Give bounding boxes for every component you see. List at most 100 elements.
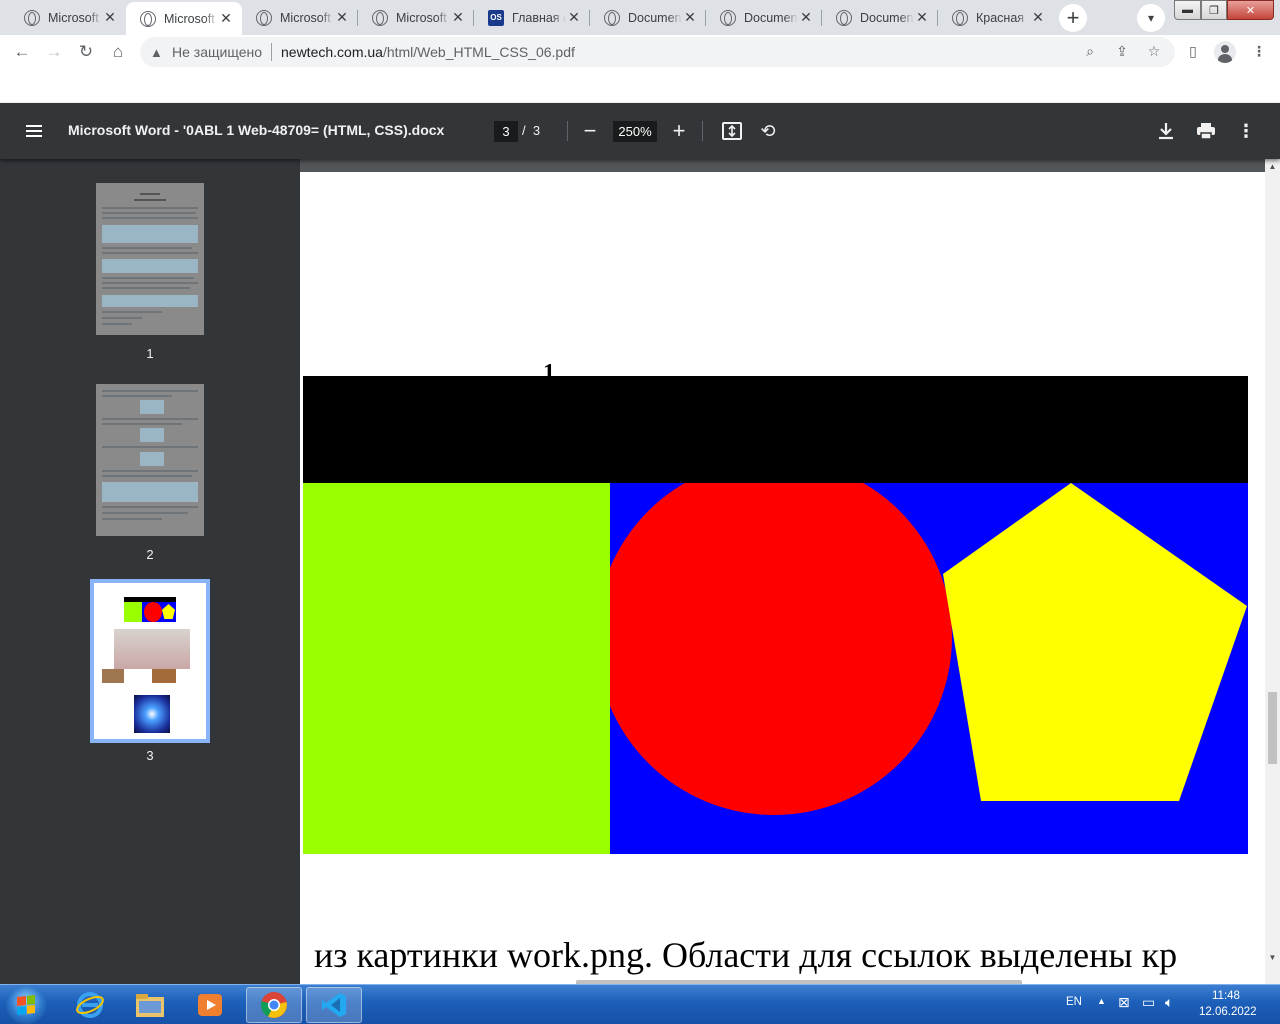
toolbar-divider	[702, 121, 703, 141]
vscode-taskbar-icon[interactable]	[306, 987, 362, 1023]
browser-tab[interactable]: OS Главная с ✕	[474, 3, 590, 32]
scrollbar-thumb[interactable]	[1268, 692, 1277, 764]
page-number-input[interactable]: 3	[494, 121, 518, 142]
window-close-button[interactable]: ✕	[1227, 0, 1274, 20]
page-top-area	[0, 69, 1280, 103]
globe-icon	[140, 10, 156, 27]
tab-close-icon[interactable]: ✕	[914, 9, 930, 26]
tab-close-icon[interactable]: ✕	[682, 9, 698, 26]
home-icon[interactable]: ⌂	[104, 38, 132, 66]
globe-icon	[24, 9, 40, 26]
page-thumbnail[interactable]	[96, 384, 204, 536]
language-indicator[interactable]: EN	[1066, 996, 1082, 1008]
vertical-scrollbar[interactable]: ▲ ▼	[1265, 159, 1280, 986]
internet-explorer-icon[interactable]	[62, 987, 118, 1023]
browser-menu-icon[interactable]: ⋮	[1250, 42, 1268, 60]
side-panel-icon[interactable]: ▯	[1184, 42, 1202, 60]
document-title: Microsoft Word - '0ABL 1 Web-48709= (HTM…	[68, 122, 445, 138]
green-block	[303, 483, 610, 854]
page-count: / 3	[522, 123, 540, 138]
chrome-taskbar-icon[interactable]	[246, 987, 302, 1023]
tab-close-icon[interactable]: ✕	[218, 10, 234, 27]
scroll-down-arrow-icon[interactable]: ▼	[1265, 950, 1280, 965]
back-arrow-icon[interactable]: ←	[8, 38, 36, 66]
media-player-icon[interactable]	[182, 987, 238, 1023]
thumbnail-label: 1	[146, 346, 154, 361]
zoom-in-icon[interactable]: +	[667, 118, 691, 143]
tab-close-icon[interactable]: ✕	[566, 9, 582, 26]
network-icon[interactable]: ⊠	[1118, 994, 1130, 1011]
zoom-level-input[interactable]: 250%	[613, 121, 657, 142]
thumbnail-label: 2	[146, 547, 154, 562]
page-thumbnail-active[interactable]	[90, 579, 210, 743]
tab-close-icon[interactable]: ✕	[798, 9, 814, 26]
url-host: newtech.com.ua	[281, 44, 383, 60]
globe-icon	[604, 9, 620, 26]
browser-tab[interactable]: Documen ✕	[706, 3, 822, 32]
clock-date[interactable]: 12.06.2022	[1199, 1006, 1257, 1018]
tab-close-icon[interactable]: ✕	[450, 9, 466, 26]
tab-close-icon[interactable]: ✕	[334, 9, 350, 26]
print-icon[interactable]	[1194, 119, 1218, 143]
tab-title: Microsoft	[280, 10, 331, 25]
tab-title: Documen	[744, 10, 798, 25]
toolbar-divider	[567, 121, 568, 141]
power-icon[interactable]: ▭	[1142, 994, 1155, 1011]
start-button[interactable]	[6, 986, 46, 1024]
zoom-magnifier-icon[interactable]: ⌕	[1081, 42, 1099, 60]
url-path: /html/Web_HTML_CSS_06.pdf	[382, 44, 575, 60]
page-separator: /	[522, 123, 526, 138]
tab-close-icon[interactable]: ✕	[102, 9, 118, 26]
clock-time[interactable]: 11:48	[1212, 990, 1240, 1002]
scroll-up-arrow-icon[interactable]: ▲	[1265, 159, 1280, 174]
file-explorer-icon[interactable]	[122, 987, 178, 1023]
tab-close-icon[interactable]: ✕	[1030, 9, 1046, 26]
hamburger-menu-icon[interactable]	[22, 119, 46, 143]
pdf-page: 1 из картинки work.png. Области для ссыл…	[300, 172, 1265, 986]
security-status[interactable]: Не защищено	[172, 44, 262, 60]
browser-tab[interactable]: Microsoft ✕	[242, 3, 358, 32]
rotate-icon[interactable]: ⟲	[756, 119, 780, 143]
thumbnail-label: 3	[146, 748, 154, 763]
windows-logo-icon	[17, 995, 35, 1015]
fit-page-icon[interactable]	[720, 119, 744, 143]
minimize-button[interactable]: ▬	[1174, 0, 1201, 20]
tab-search-button[interactable]: ▾	[1137, 4, 1165, 32]
total-pages: 3	[532, 123, 541, 138]
warning-triangle-icon: ▲	[150, 44, 163, 60]
globe-icon	[952, 9, 968, 26]
browser-tab[interactable]: Microsoft ✕	[358, 3, 474, 32]
globe-icon	[256, 9, 272, 26]
tray-expand-icon[interactable]: ▲	[1097, 996, 1106, 1006]
browser-tab[interactable]: Documen ✕	[590, 3, 706, 32]
tab-title: Documen	[860, 10, 914, 25]
reload-icon[interactable]: ↻	[72, 38, 100, 66]
zoom-out-icon[interactable]: −	[578, 118, 602, 143]
address-bar[interactable]: ▲ Не защищено newtech.com.ua/html/Web_HT…	[140, 37, 1175, 67]
more-options-icon[interactable]: ⋮	[1234, 119, 1258, 143]
browser-tab[interactable]: Documen ✕	[822, 3, 938, 32]
new-tab-button[interactable]: +	[1059, 4, 1087, 32]
pdf-viewer[interactable]: 1 из картинки work.png. Области для ссыл…	[300, 159, 1280, 986]
profile-avatar[interactable]	[1214, 41, 1236, 63]
maximize-button[interactable]: ❐	[1201, 0, 1227, 20]
browser-tab-active[interactable]: Microsoft ✕	[126, 2, 242, 35]
browser-toolbar: ← → ↻ ⌂ ▲ Не защищено newtech.com.ua/htm…	[0, 35, 1280, 69]
browser-tab[interactable]: Microsoft ✕	[10, 3, 126, 32]
bookmark-star-icon[interactable]: ☆	[1145, 42, 1163, 60]
site-logo-icon: OS	[488, 9, 504, 26]
download-icon[interactable]	[1154, 119, 1178, 143]
volume-icon[interactable]: 🔈︎	[1165, 994, 1173, 1011]
browser-tab[interactable]: Красная ✕	[938, 3, 1054, 32]
forward-arrow-icon[interactable]: →	[40, 38, 68, 66]
tab-title: Красная	[976, 10, 1025, 25]
black-band	[303, 376, 1248, 483]
globe-icon	[836, 9, 852, 26]
page-thumbnail[interactable]	[96, 183, 204, 335]
share-icon[interactable]: ⇪	[1113, 42, 1131, 60]
shapes-figure	[303, 376, 1248, 854]
thumbnail-sidebar: 1 2 3	[0, 159, 300, 986]
tab-title: Microsoft	[396, 10, 447, 25]
windows-taskbar: EN ▲ ⊠ ▭ 🔈︎ 11:48 12.06.2022	[0, 984, 1280, 1024]
browser-tab-strip: Microsoft ✕ Microsoft ✕ Microsoft ✕ Micr…	[0, 0, 1280, 35]
